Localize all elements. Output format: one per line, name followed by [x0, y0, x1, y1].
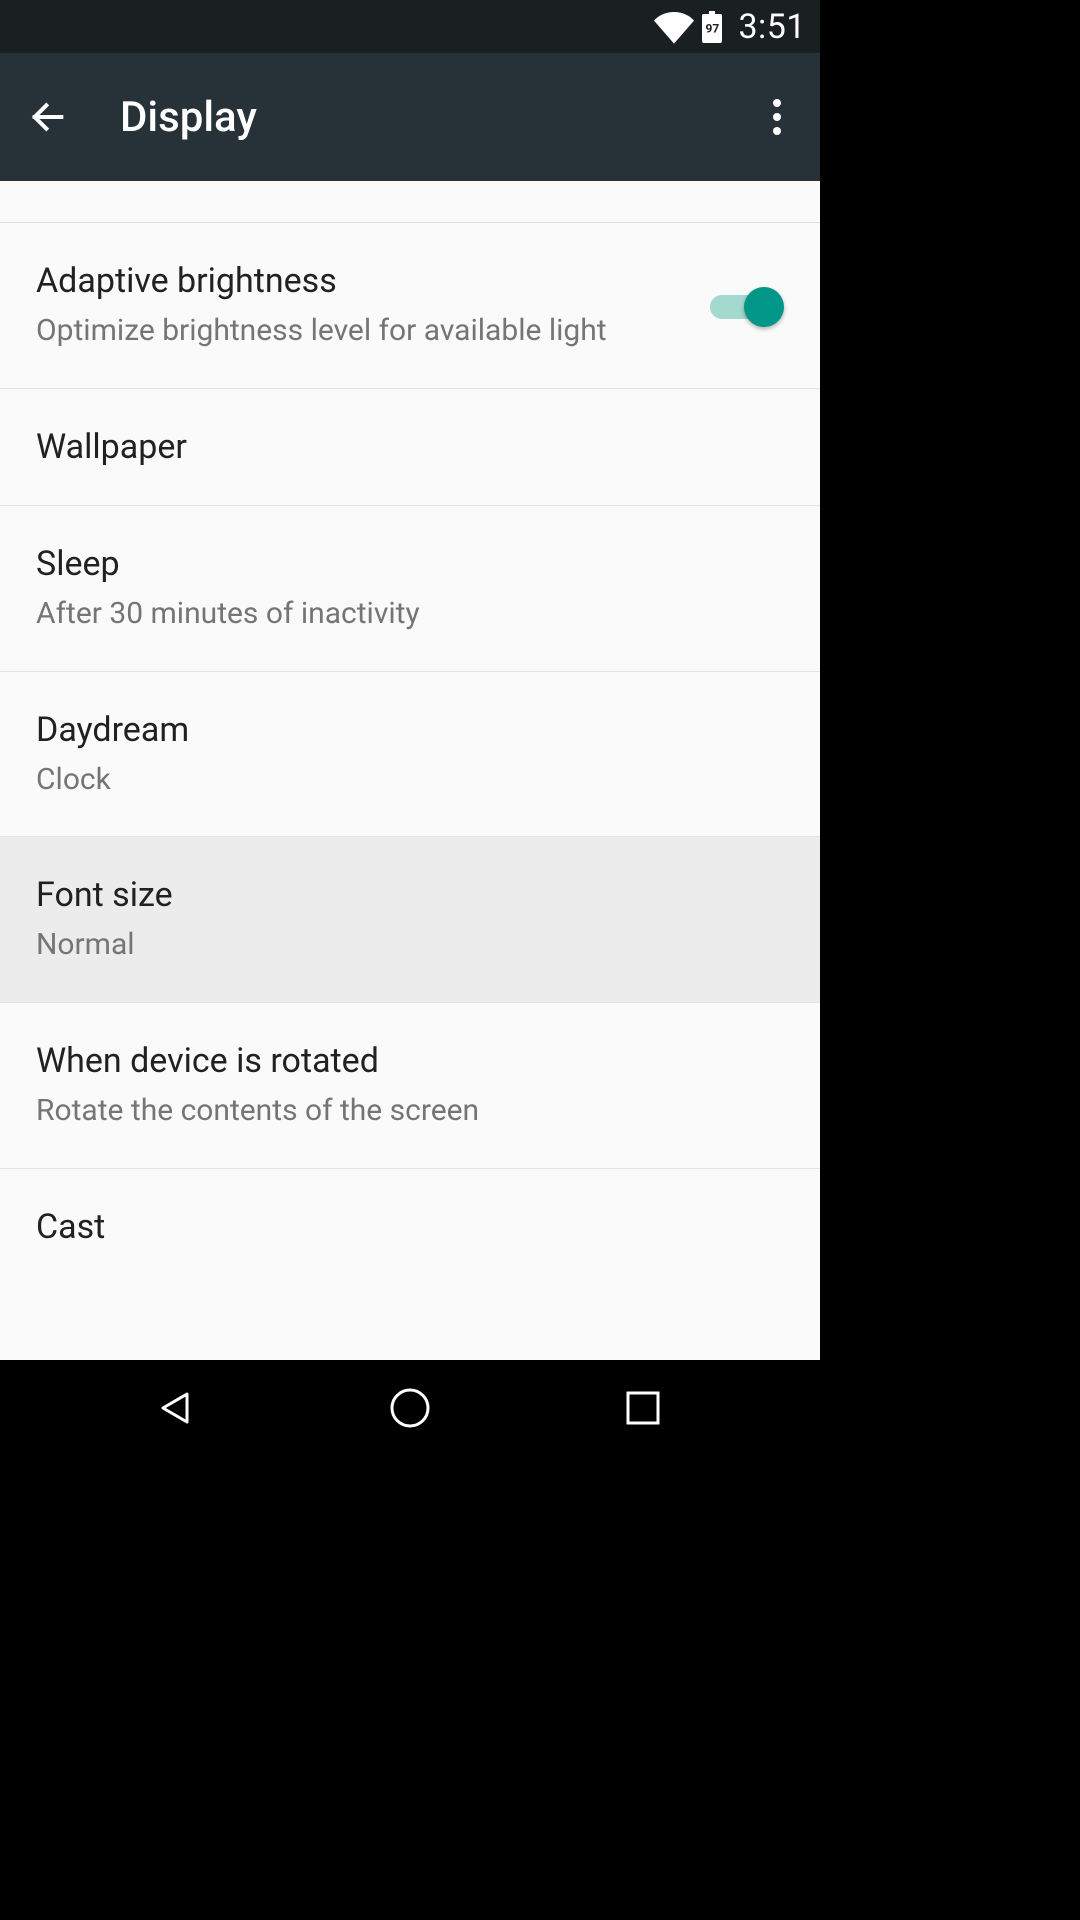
item-subtitle: Optimize brightness level for available … — [36, 311, 684, 352]
setting-cast[interactable]: Cast — [0, 1169, 820, 1285]
item-title: When device is rotated — [36, 1039, 784, 1083]
item-title: Cast — [36, 1205, 784, 1249]
setting-rotate[interactable]: When device is rotated Rotate the conten… — [0, 1003, 820, 1169]
item-subtitle: Rotate the contents of the screen — [36, 1091, 784, 1132]
item-text: Font size Normal — [36, 873, 784, 966]
screen: 97 3:51 Display Adaptive brightness Opti… — [0, 0, 820, 1456]
item-text: Cast — [36, 1205, 784, 1249]
item-text: Daydream Clock — [36, 708, 784, 801]
status-bar: 97 3:51 — [0, 0, 820, 53]
overflow-menu-button[interactable] — [752, 87, 802, 147]
item-text: When device is rotated Rotate the conten… — [36, 1039, 784, 1132]
item-title: Font size — [36, 873, 784, 917]
item-title: Wallpaper — [36, 425, 784, 469]
setting-adaptive-brightness[interactable]: Adaptive brightness Optimize brightness … — [0, 223, 820, 389]
settings-list[interactable]: Adaptive brightness Optimize brightness … — [0, 181, 820, 1360]
setting-font-size[interactable]: Font size Normal — [0, 837, 820, 1003]
switch-thumb — [744, 287, 784, 327]
nav-home-button[interactable] — [380, 1378, 440, 1438]
back-button[interactable] — [18, 87, 78, 147]
status-icons: 97 3:51 — [654, 7, 806, 47]
item-subtitle: Normal — [36, 925, 784, 966]
page-title: Display — [120, 93, 752, 142]
battery-icon: 97 — [702, 11, 722, 43]
setting-sleep[interactable]: Sleep After 30 minutes of inactivity — [0, 506, 820, 672]
item-text: Sleep After 30 minutes of inactivity — [36, 542, 784, 635]
previous-item-peek — [0, 181, 820, 223]
status-clock: 3:51 — [738, 7, 806, 47]
item-title: Sleep — [36, 542, 784, 586]
item-title: Adaptive brightness — [36, 259, 684, 303]
nav-back-button[interactable] — [147, 1378, 207, 1438]
item-subtitle: After 30 minutes of inactivity — [36, 594, 784, 635]
nav-recent-button[interactable] — [613, 1378, 673, 1438]
setting-wallpaper[interactable]: Wallpaper — [0, 389, 820, 506]
adaptive-brightness-switch[interactable] — [704, 285, 784, 325]
battery-percent: 97 — [706, 21, 720, 35]
item-title: Daydream — [36, 708, 784, 752]
app-bar: Display — [0, 53, 820, 181]
item-text: Adaptive brightness Optimize brightness … — [36, 259, 684, 352]
item-subtitle: Clock — [36, 760, 784, 801]
item-text: Wallpaper — [36, 425, 784, 469]
setting-daydream[interactable]: Daydream Clock — [0, 672, 820, 838]
wifi-icon — [654, 7, 694, 47]
navigation-bar — [0, 1360, 820, 1456]
